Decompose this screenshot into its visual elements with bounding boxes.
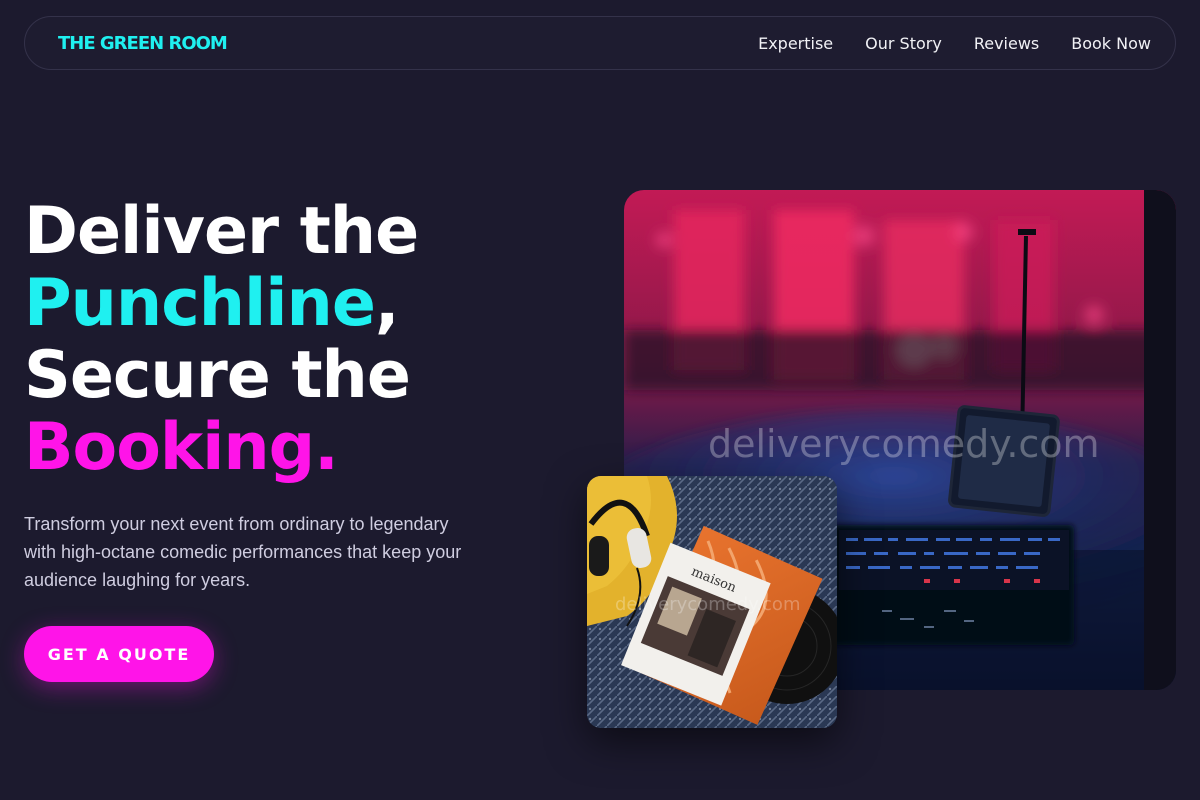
headline-comma: , bbox=[374, 266, 400, 341]
top-nav: THE GREEN ROOM Expertise Our Story Revie… bbox=[24, 16, 1176, 70]
nav-link-our-story[interactable]: Our Story bbox=[865, 34, 942, 53]
stage-photo-watermark: deliverycomedy.com bbox=[708, 422, 1100, 466]
headline-line-2: Punchline, bbox=[24, 268, 418, 340]
headline-highlight-punchline: Punchline bbox=[24, 266, 376, 341]
small-photo-watermark: deliverycomedy.com bbox=[615, 594, 801, 615]
nav-link-reviews[interactable]: Reviews bbox=[974, 34, 1039, 53]
nav-link-book-now[interactable]: Book Now bbox=[1071, 34, 1151, 53]
hero-subtitle: Transform your next event from ordinary … bbox=[24, 514, 462, 590]
nav-link-expertise[interactable]: Expertise bbox=[758, 34, 833, 53]
nav-links: Expertise Our Story Reviews Book Now bbox=[758, 34, 1151, 53]
headphones-magazine-photo: maison deliverycomedy.com bbox=[587, 476, 837, 728]
brand-logo[interactable]: THE GREEN ROOM bbox=[58, 33, 228, 54]
headline-line-3: Secure the bbox=[24, 338, 411, 413]
headline-line-1: Deliver the bbox=[24, 194, 419, 269]
headline-highlight-booking: Booking. bbox=[24, 410, 339, 485]
get-a-quote-button[interactable]: GET A QUOTE bbox=[24, 626, 214, 682]
hero-headline: Deliver the Punchline, Secure the Bookin… bbox=[24, 194, 419, 485]
